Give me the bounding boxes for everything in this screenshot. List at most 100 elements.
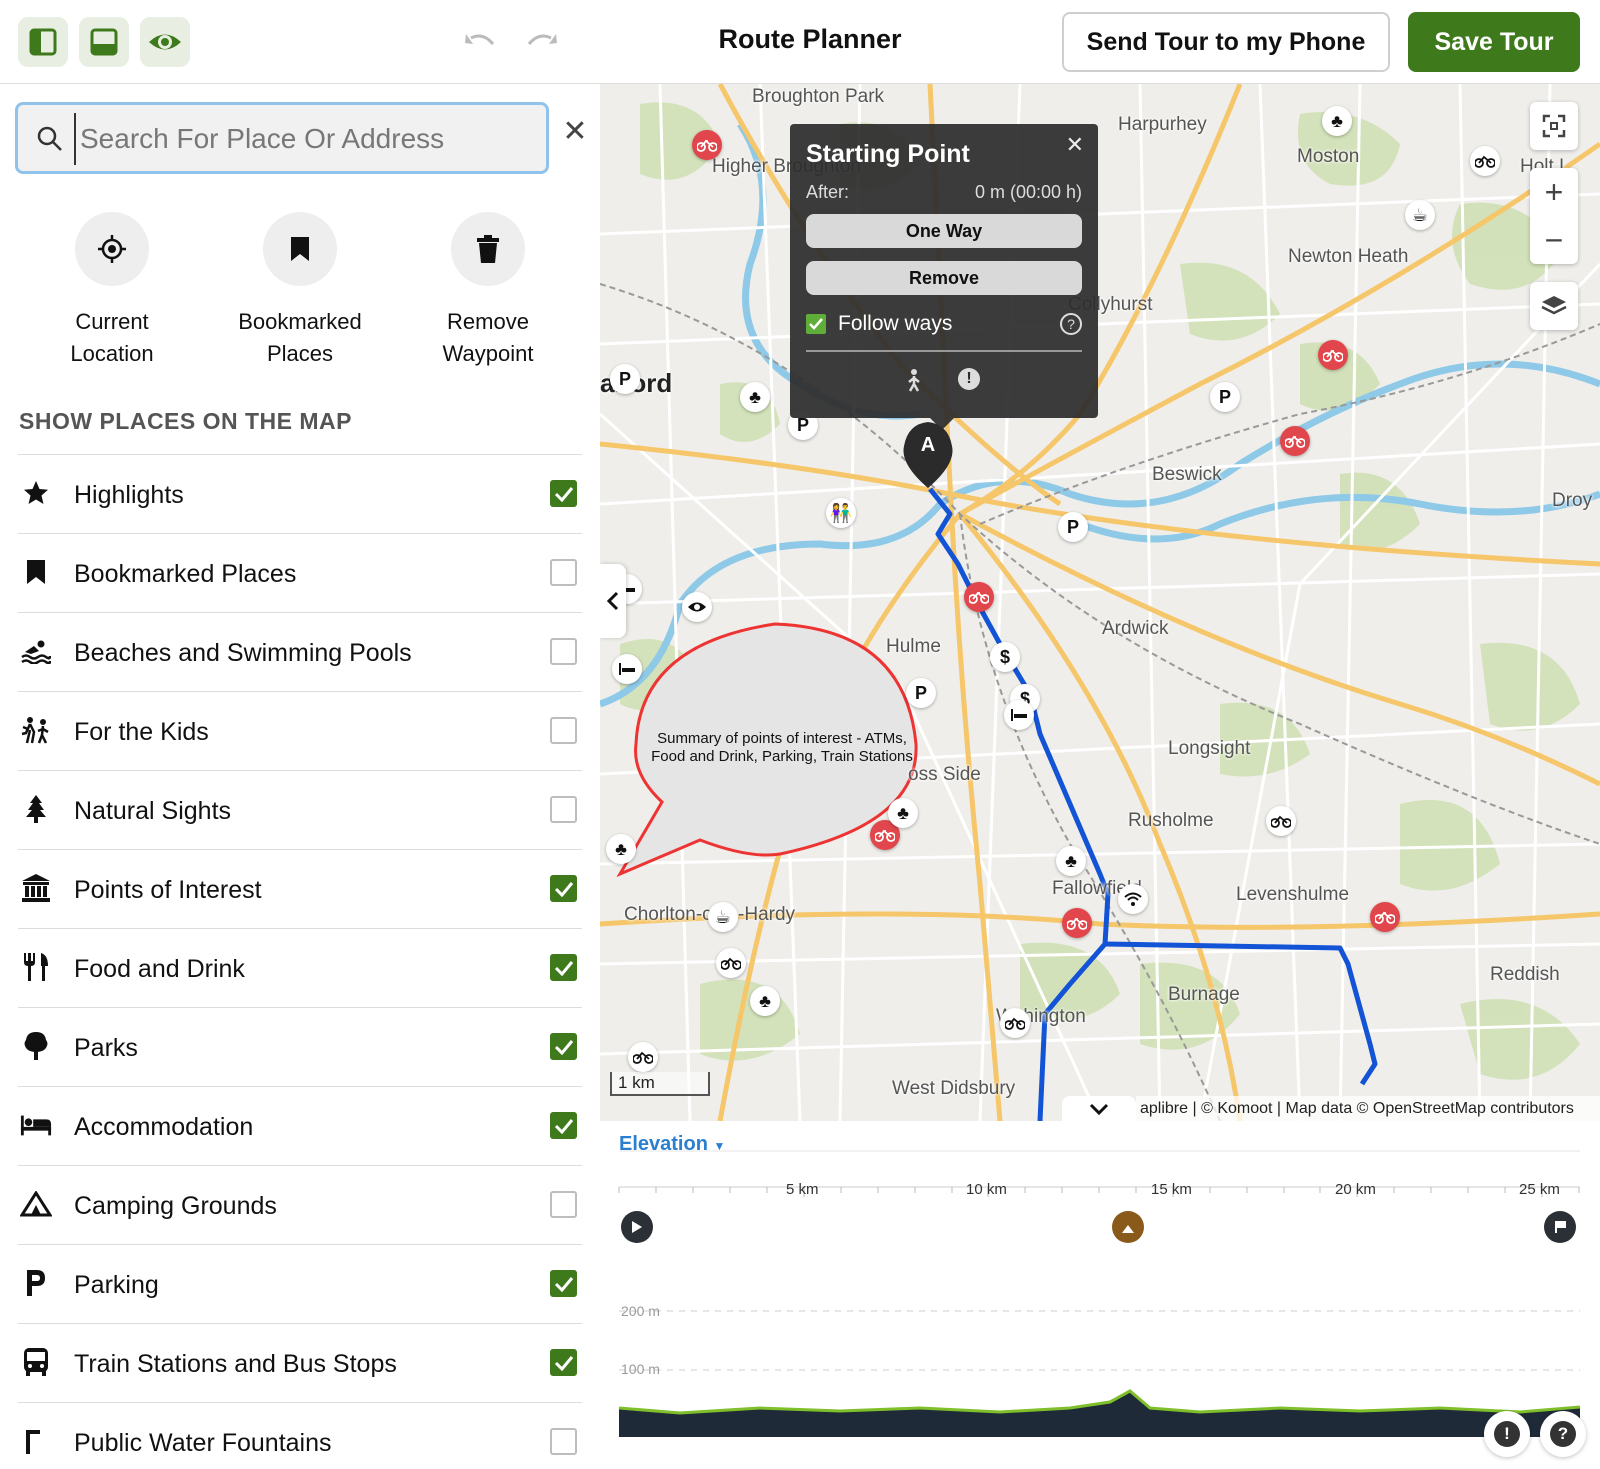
place-row-natural-sights[interactable]: Natural Sights (18, 770, 582, 849)
bike-poi-icon[interactable] (628, 1042, 658, 1072)
collapse-panel-button[interactable] (600, 564, 626, 638)
bike-shop-poi-icon[interactable] (692, 130, 722, 160)
km-tick: 20 km (1335, 1181, 1376, 1198)
bike-shop-poi-icon[interactable] (1370, 902, 1400, 932)
bike-shop-poi-icon[interactable] (1318, 340, 1348, 370)
place-row-fountains[interactable]: Public Water Fountains (18, 1402, 582, 1469)
park-poi-icon[interactable]: ♣ (1322, 106, 1352, 136)
follow-ways-toggle[interactable]: Follow ways (806, 312, 952, 336)
viewpoint-eye-poi-icon[interactable] (682, 592, 712, 622)
save-tour-button[interactable]: Save Tour (1408, 12, 1580, 72)
beaches-checkbox[interactable] (550, 638, 577, 665)
cafe-poi-icon[interactable]: ☕ (708, 902, 738, 932)
bike-poi-icon[interactable] (1266, 806, 1296, 836)
help-icon[interactable]: ? (1060, 313, 1082, 335)
place-row-accommodation[interactable]: Accommodation (18, 1086, 582, 1165)
place-row-highlights[interactable]: Highlights (18, 454, 582, 533)
start-play-icon[interactable] (621, 1211, 653, 1243)
waypoint-marker-icon[interactable] (1112, 1211, 1144, 1243)
cutlery-icon (20, 951, 52, 983)
map-label-harpurhey: Harpurhey (1118, 114, 1207, 135)
parks-checkbox[interactable] (550, 1033, 577, 1060)
redo-button[interactable] (522, 24, 562, 60)
accommodation-poi-icon[interactable] (612, 654, 642, 684)
park-poi-icon[interactable]: ♣ (888, 798, 918, 828)
parking-poi-icon[interactable]: P (1058, 512, 1088, 542)
bike-shop-poi-icon[interactable] (964, 582, 994, 612)
zoom-out-icon[interactable]: − (1545, 216, 1564, 264)
map-view[interactable]: Broughton Park Harpurhey Moston Higher B… (600, 84, 1600, 1121)
parking-poi-icon[interactable]: P (1210, 382, 1240, 412)
cafe-poi-icon[interactable]: ☕ (1405, 200, 1435, 230)
place-row-kids[interactable]: For the Kids (18, 691, 582, 770)
bike-poi-icon[interactable] (1000, 1008, 1030, 1038)
alert-icon[interactable]: ! (958, 368, 980, 390)
park-poi-icon[interactable]: ♣ (740, 382, 770, 412)
park-poi-icon[interactable]: ♣ (606, 834, 636, 864)
map-layers-button[interactable] (1530, 282, 1578, 330)
map-scale: 1 km (610, 1072, 710, 1096)
help-button[interactable]: ? (1540, 1411, 1586, 1457)
camping-checkbox[interactable] (550, 1191, 577, 1218)
send-to-phone-button[interactable]: Send Tour to my Phone (1062, 12, 1390, 72)
remove-waypoint-circle (451, 212, 525, 286)
tent-icon (20, 1188, 52, 1220)
wifi-poi-icon[interactable] (1118, 884, 1148, 914)
food-checkbox[interactable] (550, 954, 577, 981)
bike-poi-icon[interactable] (1470, 146, 1500, 176)
park-poi-icon[interactable]: ♣ (750, 986, 780, 1016)
park-poi-icon[interactable]: ♣ (1056, 846, 1086, 876)
atm-poi-icon[interactable]: $ (990, 642, 1020, 672)
bottom-panel-toggle-button[interactable] (79, 17, 129, 67)
place-label: Parks (74, 1034, 138, 1062)
parking-poi-icon[interactable]: P (610, 364, 640, 394)
km-tick: 10 km (966, 1181, 1007, 1198)
current-location-label: Current Location (27, 306, 197, 370)
place-row-parks[interactable]: Parks (18, 1007, 582, 1086)
place-row-transit[interactable]: Train Stations and Bus Stops (18, 1323, 582, 1402)
place-row-beaches[interactable]: Beaches and Swimming Pools (18, 612, 582, 691)
current-location-button[interactable]: Current Location (27, 212, 197, 370)
clear-search-icon[interactable]: ✕ (560, 114, 590, 149)
bookmarked-places-button[interactable]: Bookmarked Places (215, 212, 385, 370)
popup-close-icon[interactable]: ✕ (1066, 132, 1084, 158)
undo-button[interactable] (460, 24, 500, 60)
waypoint-a-marker[interactable]: A (916, 434, 940, 457)
bike-shop-poi-icon[interactable] (1062, 908, 1092, 938)
place-label: Train Stations and Bus Stops (74, 1350, 397, 1378)
bike-poi-icon[interactable] (716, 948, 746, 978)
poi-checkbox[interactable] (550, 875, 577, 902)
fountains-checkbox[interactable] (550, 1428, 577, 1455)
sidebar-toggle-button[interactable] (18, 17, 68, 67)
kids-checkbox[interactable] (550, 717, 577, 744)
bookmarked-checkbox[interactable] (550, 559, 577, 586)
map-label-newton-heath: Newton Heath (1288, 246, 1409, 267)
finish-flag-icon[interactable] (1544, 1211, 1576, 1243)
place-row-camping[interactable]: Camping Grounds (18, 1165, 582, 1244)
hiker-icon[interactable] (904, 368, 924, 397)
report-issue-button[interactable]: ! (1484, 1411, 1530, 1457)
place-row-food[interactable]: Food and Drink (18, 928, 582, 1007)
highlights-checkbox[interactable] (550, 480, 577, 507)
map-label-west-didsbury: West Didsbury (892, 1078, 1016, 1099)
accommodation-poi-icon[interactable] (1004, 700, 1034, 730)
place-row-bookmarked[interactable]: Bookmarked Places (18, 533, 582, 612)
parking-checkbox[interactable] (550, 1270, 577, 1297)
visibility-toggle-button[interactable] (140, 17, 190, 67)
remove-button[interactable]: Remove (806, 261, 1082, 295)
natural-sights-checkbox[interactable] (550, 796, 577, 823)
place-row-poi[interactable]: Points of Interest (18, 849, 582, 928)
toilets-poi-icon[interactable]: 👫 (826, 498, 856, 528)
bike-shop-poi-icon[interactable] (1280, 426, 1310, 456)
collapse-elevation-button[interactable] (1062, 1096, 1136, 1121)
follow-ways-checkbox[interactable] (806, 314, 826, 334)
parking-poi-icon[interactable]: P (906, 678, 936, 708)
fullscreen-button[interactable] (1530, 102, 1578, 150)
one-way-button[interactable]: One Way (806, 214, 1082, 248)
transit-checkbox[interactable] (550, 1349, 577, 1376)
accommodation-checkbox[interactable] (550, 1112, 577, 1139)
place-row-parking[interactable]: Parking (18, 1244, 582, 1323)
remove-waypoint-button[interactable]: Remove Waypoint (403, 212, 573, 370)
zoom-in-icon[interactable]: + (1545, 168, 1564, 216)
search-input[interactable] (74, 113, 534, 165)
